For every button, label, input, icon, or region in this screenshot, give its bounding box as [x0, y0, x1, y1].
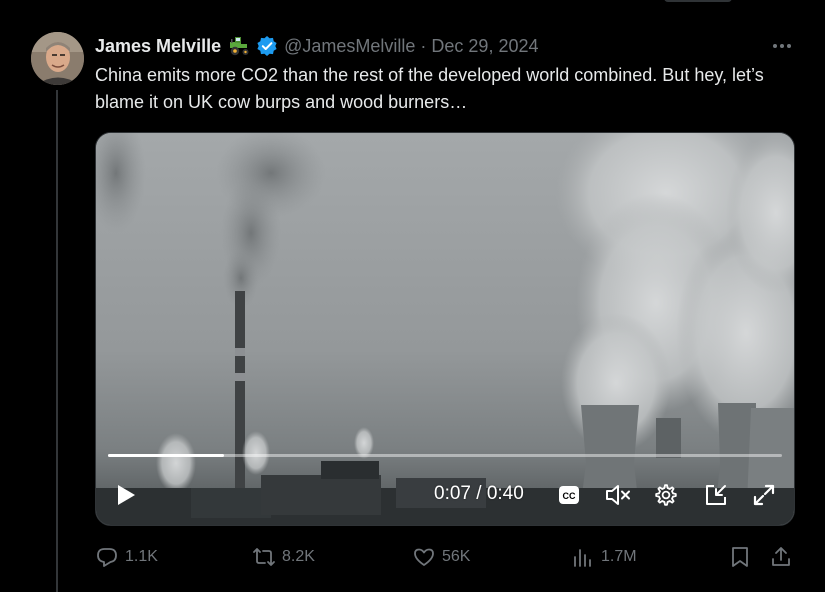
like-icon [412, 545, 436, 569]
bookmark-button[interactable] [728, 540, 752, 574]
captions-label: CC [563, 491, 576, 501]
video-progress-fill [108, 454, 224, 457]
separator-dot: · [420, 35, 427, 56]
repost-count: 8.2K [282, 548, 315, 565]
video-frame [96, 133, 794, 525]
views-icon [571, 545, 595, 569]
like-count: 56K [442, 548, 471, 565]
tweet-text: China emits more CO2 than the rest of th… [95, 65, 764, 112]
tweet-actions: 1.1K 8.2K 56K 1.7M [95, 540, 805, 574]
verified-badge-icon [256, 35, 278, 57]
settings-icon[interactable] [653, 482, 679, 508]
author-handle[interactable]: @JamesMelville [284, 36, 415, 57]
thread-line [56, 90, 58, 592]
mute-icon[interactable] [604, 482, 632, 508]
reply-button[interactable]: 1.1K [95, 540, 158, 574]
reply-icon [95, 545, 119, 569]
repost-button[interactable]: 8.2K [252, 540, 315, 574]
like-button[interactable]: 56K [412, 540, 470, 574]
views-count: 1.7M [601, 548, 637, 565]
video-player[interactable]: 0:07 / 0:40 CC [95, 132, 795, 526]
captions-icon[interactable]: CC [558, 484, 580, 506]
author-name[interactable]: James Melville [95, 36, 221, 57]
share-button[interactable] [769, 540, 793, 574]
video-progress-bar[interactable] [108, 454, 782, 457]
share-icon [769, 545, 793, 569]
tweet-date[interactable]: Dec 29, 2024 [431, 36, 538, 57]
more-icon[interactable] [768, 36, 796, 56]
top-tab-indicator [664, 0, 732, 2]
tractor-icon [227, 36, 251, 56]
repost-icon [252, 545, 276, 569]
fullscreen-icon[interactable] [751, 482, 777, 508]
views-button[interactable]: 1.7M [571, 540, 637, 574]
pip-icon[interactable] [703, 482, 729, 508]
reply-count: 1.1K [125, 548, 158, 565]
tweet-header: James Melville @JamesMelville · Dec 29, … [95, 34, 538, 58]
avatar[interactable] [31, 32, 84, 85]
play-icon[interactable] [113, 482, 139, 508]
bookmark-icon [728, 545, 752, 569]
video-time: 0:07 / 0:40 [434, 483, 524, 504]
